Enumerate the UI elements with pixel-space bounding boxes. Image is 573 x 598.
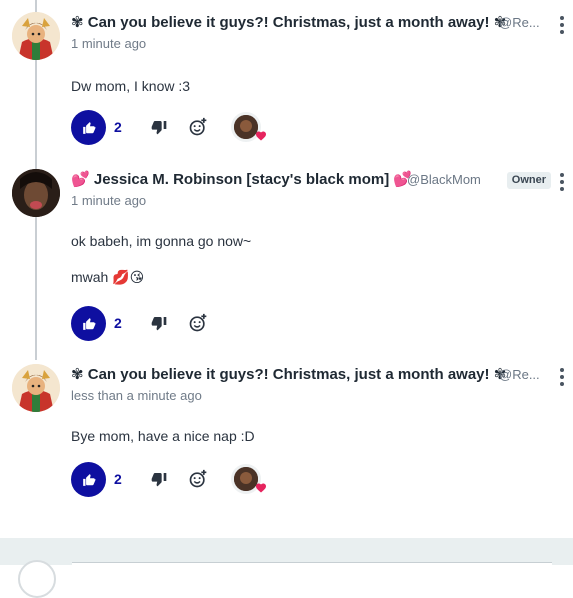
user-handle[interactable]: @Re... <box>499 13 540 33</box>
add-reaction-button[interactable] <box>188 313 208 333</box>
name-text: Can you believe it guys?! Christmas, jus… <box>87 14 490 31</box>
thumbs-up-icon <box>82 121 95 134</box>
reply-composer <box>0 538 573 598</box>
user-handle[interactable]: @Re... <box>499 365 540 385</box>
like-count: 2 <box>114 471 122 487</box>
add-reaction-button[interactable] <box>188 117 208 137</box>
thumbs-up-icon <box>82 473 95 486</box>
name-prefix-icon: ✾ <box>71 366 84 383</box>
reaction-chip[interactable] <box>231 464 266 496</box>
display-name[interactable]: ✾ Can you believe it guys?! Christmas, j… <box>71 13 506 33</box>
name-prefix-icon: ✾ <box>71 14 84 31</box>
comment-text: Dw mom, I know :3 <box>71 78 191 94</box>
comment-text-line-1: ok babeh, im gonna go now~ <box>71 233 252 249</box>
owner-badge: Owner <box>506 172 551 189</box>
like-count: 2 <box>114 315 122 331</box>
comment-header: ✾ Can you believe it guys?! Christmas, j… <box>71 365 573 387</box>
name-text: Can you believe it guys?! Christmas, jus… <box>87 366 490 383</box>
timestamp[interactable]: 1 minute ago <box>71 193 146 209</box>
add-reaction-icon <box>189 117 207 136</box>
avatar[interactable] <box>12 12 60 60</box>
reaction-chip[interactable] <box>231 112 266 144</box>
name-prefix-icon: 💕 <box>71 171 90 188</box>
name-text: Jessica M. Robinson [stacy's black mom] <box>93 171 390 188</box>
kebab-menu-icon[interactable] <box>559 173 565 191</box>
add-reaction-icon <box>189 469 207 488</box>
thumbs-down-icon <box>151 317 167 331</box>
kebab-menu-icon[interactable] <box>559 16 565 34</box>
like-count: 2 <box>114 119 122 135</box>
avatar[interactable] <box>12 364 60 412</box>
comment-header: 💕 Jessica M. Robinson [stacy's black mom… <box>71 170 573 192</box>
current-user-avatar <box>18 560 56 598</box>
reply-input[interactable] <box>72 562 552 593</box>
display-name[interactable]: 💕 Jessica M. Robinson [stacy's black mom… <box>71 170 412 190</box>
avatar[interactable] <box>12 169 60 217</box>
comment-text: Bye mom, have a nice nap :D <box>71 428 255 444</box>
dislike-button[interactable] <box>151 315 169 333</box>
dislike-button[interactable] <box>151 471 169 489</box>
add-reaction-icon <box>189 313 207 332</box>
dislike-button[interactable] <box>151 119 169 137</box>
like-button[interactable] <box>71 306 106 341</box>
timestamp[interactable]: 1 minute ago <box>71 36 146 52</box>
thumbs-down-icon <box>151 473 167 487</box>
timestamp[interactable]: less than a minute ago <box>71 388 202 404</box>
heart-icon <box>256 483 266 493</box>
comment-header: ✾ Can you believe it guys?! Christmas, j… <box>71 13 573 35</box>
like-button[interactable] <box>71 110 106 145</box>
kebab-menu-icon[interactable] <box>559 368 565 386</box>
like-button[interactable] <box>71 462 106 497</box>
thumbs-up-icon <box>82 317 95 330</box>
comment-text-line-2: mwah 💋😘 <box>71 269 145 285</box>
heart-icon <box>256 131 266 141</box>
display-name[interactable]: ✾ Can you believe it guys?! Christmas, j… <box>71 365 506 385</box>
add-reaction-button[interactable] <box>188 469 208 489</box>
thumbs-down-icon <box>151 121 167 135</box>
user-handle[interactable]: @BlackMom <box>407 170 481 190</box>
